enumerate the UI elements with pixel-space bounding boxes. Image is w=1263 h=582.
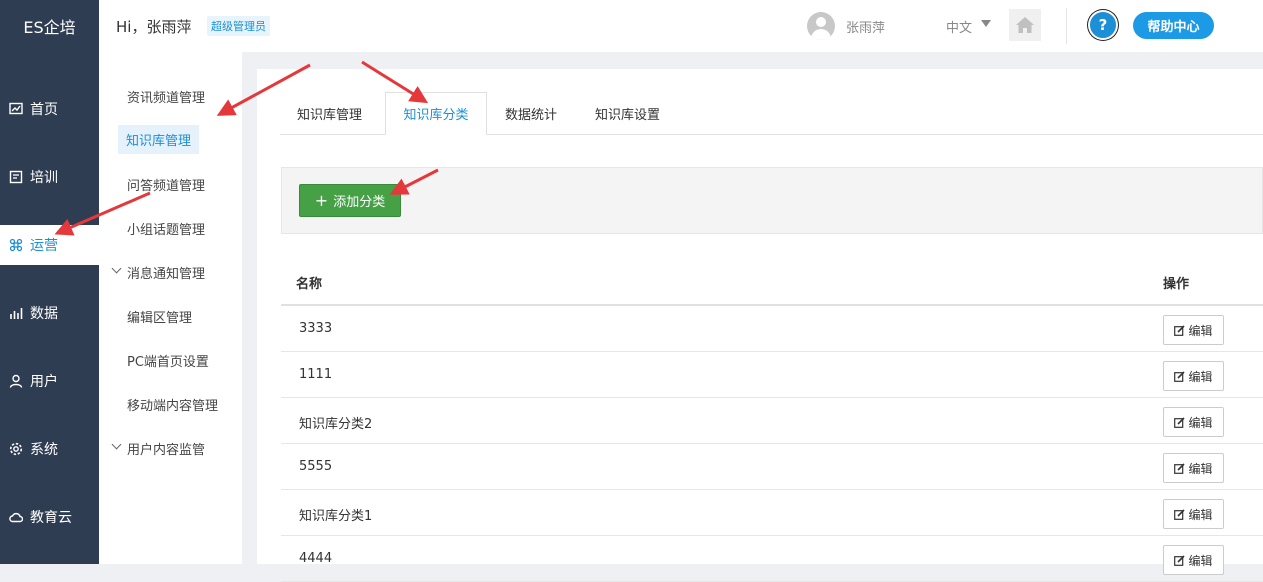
plus-icon: + [314,191,329,210]
cloud-icon [9,512,23,523]
sidebar-label: 运营 [30,238,58,254]
subnav-item-mobile-content[interactable]: 移动端内容管理 [127,395,218,414]
subnav-item-qa[interactable]: 问答频道管理 [127,175,205,194]
sidebar-item-home[interactable]: 首页 [0,89,99,129]
language-select[interactable]: 中文 [946,17,972,36]
subnav-item-notifications[interactable]: 消息通知管理 [127,263,205,282]
subnav-item-knowledge[interactable]: 知识库管理 [118,125,200,154]
sidebar-label: 培训 [30,170,58,186]
username[interactable]: 张雨萍 [846,17,885,36]
role-badge: 超级管理员 [207,16,270,36]
bar-chart-icon [10,308,23,319]
column-header-actions: 操作 [1163,277,1190,292]
tab-bar: 知识库管理 知识库分类 数据统计 知识库设置 [280,92,1263,135]
sidebar-label: 系统 [30,442,58,458]
tab-knowledge-management[interactable]: 知识库管理 [297,92,362,134]
edit-icon [1174,462,1186,474]
chart-icon [9,102,23,115]
edit-label: 编辑 [1188,415,1213,430]
sidebar-item-users[interactable]: 用户 [0,361,99,401]
edit-button[interactable]: 编辑 [1163,453,1224,483]
category-name: 3333 [299,321,333,336]
top-header: ES企培 Hi，张雨萍 超级管理员 张雨萍 中文 ? 帮助中心 [0,0,1263,52]
sidebar-item-data[interactable]: 数据 [0,293,99,333]
subnav-item-group-topics[interactable]: 小组话题管理 [127,219,205,238]
table-row: 5555 编辑 [281,444,1263,490]
subnav-item-pc-home[interactable]: PC端首页设置 [127,351,209,370]
subnav-item-news[interactable]: 资讯频道管理 [127,87,205,106]
edit-button[interactable]: 编辑 [1163,545,1224,575]
help-icon[interactable]: ? [1090,12,1116,38]
edit-icon [1174,370,1186,382]
edit-label: 编辑 [1188,461,1213,476]
main-content: 知识库管理 知识库分类 数据统计 知识库设置 + 添加分类 名称 操作 3333… [257,69,1263,582]
toolbar: + 添加分类 [281,167,1263,234]
home-icon [1016,17,1034,33]
column-header-name: 名称 [296,277,323,292]
table-row: 3333 编辑 [281,306,1263,352]
sidebar-item-edu-cloud[interactable]: 教育云 [0,497,99,537]
edit-label: 编辑 [1188,369,1213,384]
edit-button[interactable]: 编辑 [1163,361,1224,391]
logo[interactable]: ES企培 [0,0,99,52]
category-name: 知识库分类2 [299,417,373,432]
edit-button[interactable]: 编辑 [1163,407,1224,437]
user-icon [9,374,23,388]
category-table: 名称 操作 3333 编辑 1111 编辑 知识库分类2 编辑 5555 编辑 知识库分类1 编辑… [281,259,1263,582]
sidebar-item-operations[interactable]: 运营 [0,225,99,265]
gear-icon [9,442,23,456]
tab-knowledge-category[interactable]: 知识库分类 [385,92,487,135]
help-center-button[interactable]: 帮助中心 [1133,12,1214,39]
add-category-button[interactable]: + 添加分类 [299,184,401,217]
table-row: 4444 编辑 [281,536,1263,582]
primary-sidebar: 首页 培训 运营 数据 用户 系统 教育云 [0,52,99,564]
category-name: 知识库分类1 [299,509,373,524]
table-row: 1111 编辑 [281,352,1263,398]
chevron-down-icon[interactable] [111,263,122,274]
edit-icon [1174,508,1186,520]
category-name: 5555 [299,459,333,474]
command-icon [9,238,23,252]
edit-label: 编辑 [1188,507,1213,522]
category-name: 1111 [299,367,333,382]
tab-data-statistics[interactable]: 数据统计 [505,92,557,134]
add-category-label: 添加分类 [333,195,386,210]
table-header: 名称 操作 [281,259,1263,306]
tab-knowledge-settings[interactable]: 知识库设置 [595,92,660,134]
edit-button[interactable]: 编辑 [1163,499,1224,529]
secondary-sidebar: 资讯频道管理 知识库管理 问答频道管理 小组话题管理 消息通知管理 编辑区管理 … [99,52,242,564]
home-button[interactable] [1009,9,1041,41]
sidebar-label: 数据 [30,306,58,322]
edit-label: 编辑 [1188,323,1213,338]
table-row: 知识库分类1 编辑 [281,490,1263,536]
edit-label: 编辑 [1188,553,1213,568]
caret-down-icon[interactable] [981,20,991,27]
sidebar-label: 教育云 [30,510,72,526]
divider [1066,8,1067,44]
avatar[interactable] [807,12,835,40]
sidebar-item-training[interactable]: 培训 [0,157,99,197]
edit-icon [1174,324,1186,336]
sidebar-label: 用户 [30,374,58,390]
subnav-item-content-monitoring[interactable]: 用户内容监管 [127,439,205,458]
subnav-item-edit-area[interactable]: 编辑区管理 [127,307,192,326]
table-body: 3333 编辑 1111 编辑 知识库分类2 编辑 5555 编辑 知识库分类1 编辑 4444 编辑 [281,306,1263,582]
chevron-down-icon[interactable] [111,439,122,450]
book-icon [9,170,23,184]
edit-button[interactable]: 编辑 [1163,315,1224,345]
greeting-text: Hi，张雨萍 [116,18,192,36]
edit-icon [1174,416,1186,428]
table-row: 知识库分类2 编辑 [281,398,1263,444]
sidebar-label: 首页 [30,102,58,118]
sidebar-item-system[interactable]: 系统 [0,429,99,469]
